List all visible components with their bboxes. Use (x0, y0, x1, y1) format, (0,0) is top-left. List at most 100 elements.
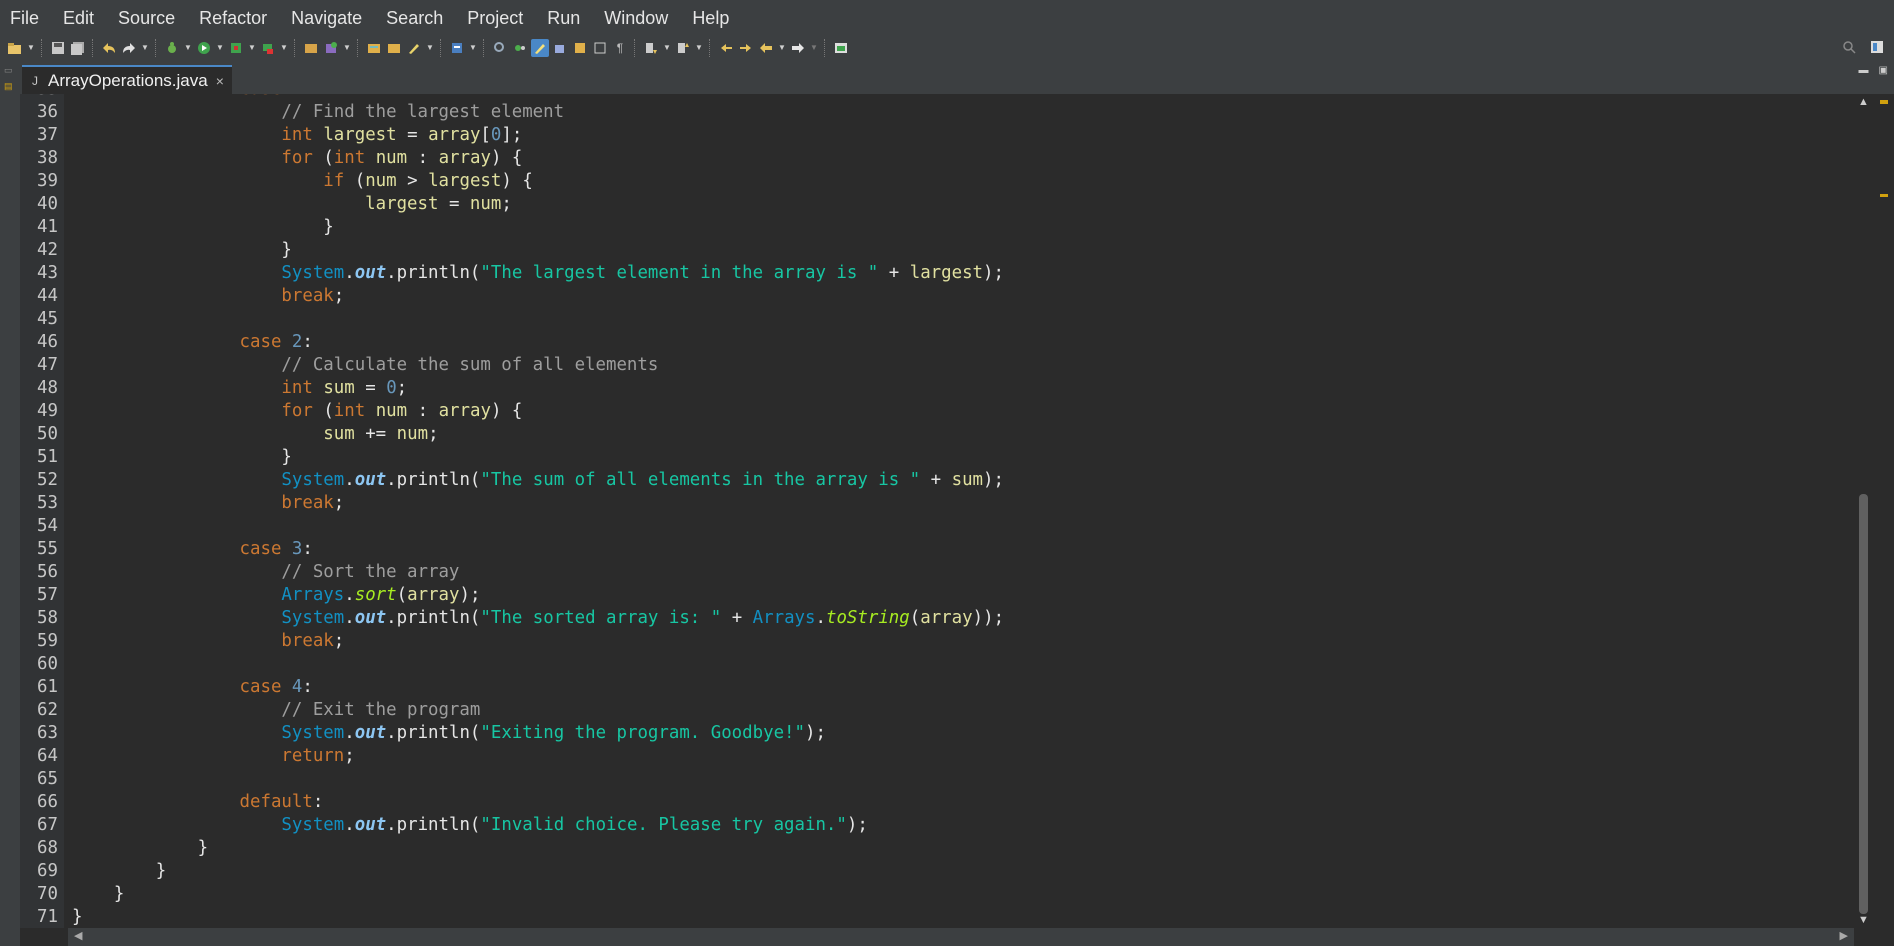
menu-window[interactable]: Window (594, 2, 682, 34)
restore-view-icon[interactable]: ▤ (4, 81, 16, 91)
scroll-right-icon[interactable]: ▶ (1840, 929, 1848, 942)
open-type-icon[interactable] (385, 39, 403, 57)
java-perspective-icon[interactable] (1868, 38, 1886, 56)
code-line[interactable]: 43 System.out.println("The largest eleme… (20, 262, 1854, 285)
code-line[interactable]: 50 sum += num; (20, 423, 1854, 446)
code-line[interactable]: 69 } (20, 860, 1854, 883)
debug-icon[interactable] (163, 39, 181, 57)
new-icon[interactable] (6, 39, 24, 57)
code-line[interactable]: 39 if (num > largest) { (20, 170, 1854, 193)
coverage-icon[interactable] (227, 39, 245, 57)
coverage-dropdown-icon[interactable]: ▼ (247, 39, 257, 57)
save-icon[interactable] (49, 39, 67, 57)
close-icon[interactable]: × (216, 73, 224, 89)
menu-run[interactable]: Run (537, 2, 594, 34)
code-editor[interactable]: 35 case 1:36 // Find the largest element… (20, 94, 1854, 928)
code-line[interactable]: 45 (20, 308, 1854, 331)
scroll-left-icon[interactable]: ◀ (74, 929, 82, 942)
forward-dropdown-icon[interactable]: ▼ (809, 39, 819, 57)
last-edit-location-icon[interactable] (717, 39, 735, 57)
maximize-icon[interactable]: ▣ (1879, 65, 1888, 76)
code-line[interactable]: 38 for (int num : array) { (20, 147, 1854, 170)
code-line[interactable]: 62 // Exit the program (20, 699, 1854, 722)
show-whitespace-icon[interactable] (551, 39, 569, 57)
run-icon[interactable] (195, 39, 213, 57)
code-line[interactable]: 54 (20, 515, 1854, 538)
save-all-icon[interactable] (69, 39, 87, 57)
scroll-up-icon[interactable]: ▲ (1858, 96, 1869, 108)
toggle-ruler-icon[interactable] (591, 39, 609, 57)
back-icon[interactable] (757, 39, 775, 57)
prev-annotation-icon[interactable] (674, 39, 692, 57)
toggle-breadcrumb-icon[interactable] (511, 39, 529, 57)
horizontal-scrollbar[interactable]: ◀ ▶ (68, 928, 1854, 946)
code-line[interactable]: 53 break; (20, 492, 1854, 515)
code-line[interactable]: 61 case 4: (20, 676, 1854, 699)
menu-source[interactable]: Source (108, 2, 189, 34)
open-task-dropdown-icon[interactable]: ▼ (425, 39, 435, 57)
quick-access-search-icon[interactable] (1840, 38, 1858, 56)
minimize-icon[interactable]: ▬ (1859, 65, 1869, 76)
toggle-block-selection-icon[interactable] (531, 38, 549, 57)
open-task-icon[interactable] (405, 39, 423, 57)
prev-annotation-dropdown-icon[interactable]: ▼ (694, 39, 704, 57)
open-perspective-icon[interactable] (832, 39, 850, 57)
code-line[interactable]: 67 System.out.println("Invalid choice. P… (20, 814, 1854, 837)
paragraph-icon[interactable]: ¶ (611, 39, 629, 57)
code-line[interactable]: 60 (20, 653, 1854, 676)
scroll-down-icon[interactable]: ▼ (1858, 914, 1869, 926)
scroll-thumb[interactable] (1859, 494, 1868, 914)
code-line[interactable]: 58 System.out.println("The sorted array … (20, 607, 1854, 630)
code-line[interactable]: 51 } (20, 446, 1854, 469)
redo-icon[interactable] (120, 39, 138, 57)
menu-search[interactable]: Search (376, 2, 457, 34)
code-line[interactable]: 41 } (20, 216, 1854, 239)
code-line[interactable]: 66 default: (20, 791, 1854, 814)
code-line[interactable]: 56 // Sort the array (20, 561, 1854, 584)
overview-marker[interactable] (1880, 100, 1888, 104)
code-line[interactable]: 40 largest = num; (20, 193, 1854, 216)
code-line[interactable]: 47 // Calculate the sum of all elements (20, 354, 1854, 377)
next-annotation-icon[interactable] (642, 39, 660, 57)
overview-ruler[interactable] (1874, 94, 1894, 928)
run-dropdown-icon[interactable]: ▼ (215, 39, 225, 57)
menu-file[interactable]: File (0, 2, 53, 34)
code-line[interactable]: 44 break; (20, 285, 1854, 308)
external-tools-dropdown-icon[interactable]: ▼ (279, 39, 289, 57)
code-line[interactable]: 64 return; (20, 745, 1854, 768)
code-line[interactable]: 46 case 2: (20, 331, 1854, 354)
code-line[interactable]: 37 int largest = array[0]; (20, 124, 1854, 147)
debug-dropdown-icon[interactable]: ▼ (183, 39, 193, 57)
code-line[interactable]: 70 } (20, 883, 1854, 906)
code-line[interactable]: 63 System.out.println("Exiting the progr… (20, 722, 1854, 745)
code-line[interactable]: 48 int sum = 0; (20, 377, 1854, 400)
editor-tab[interactable]: J ArrayOperations.java × (22, 65, 232, 94)
search-dropdown-icon[interactable]: ▼ (468, 39, 478, 57)
redo-dropdown-icon[interactable]: ▼ (140, 39, 150, 57)
search-icon[interactable] (448, 39, 466, 57)
menu-refactor[interactable]: Refactor (189, 2, 281, 34)
next-annotation-dropdown-icon[interactable]: ▼ (662, 39, 672, 57)
new-dropdown-icon[interactable]: ▼ (26, 39, 36, 57)
code-line[interactable]: 65 (20, 768, 1854, 791)
toggle-mark-occurrences-icon[interactable] (491, 39, 509, 57)
menu-edit[interactable]: Edit (53, 2, 108, 34)
code-line[interactable]: 49 for (int num : array) { (20, 400, 1854, 423)
minimized-view-icon[interactable]: ▭ (4, 65, 16, 75)
new-java-project-icon[interactable] (302, 39, 320, 57)
code-line[interactable]: 71} (20, 906, 1854, 928)
external-tools-icon[interactable] (259, 39, 277, 57)
forward-icon[interactable] (789, 39, 807, 57)
code-line[interactable]: 57 Arrays.sort(array); (20, 584, 1854, 607)
code-line[interactable]: 36 // Find the largest element (20, 101, 1854, 124)
code-line[interactable]: 55 case 3: (20, 538, 1854, 561)
menu-navigate[interactable]: Navigate (281, 2, 376, 34)
new-class-icon[interactable] (365, 39, 383, 57)
vertical-scrollbar[interactable]: ▲ ▼ (1854, 94, 1874, 928)
code-line[interactable]: 52 System.out.println("The sum of all el… (20, 469, 1854, 492)
back-dropdown-icon[interactable]: ▼ (777, 39, 787, 57)
word-wrap-icon[interactable] (571, 39, 589, 57)
menu-project[interactable]: Project (457, 2, 537, 34)
next-edit-icon[interactable] (737, 39, 755, 57)
new-package-dropdown-icon[interactable]: ▼ (342, 39, 352, 57)
